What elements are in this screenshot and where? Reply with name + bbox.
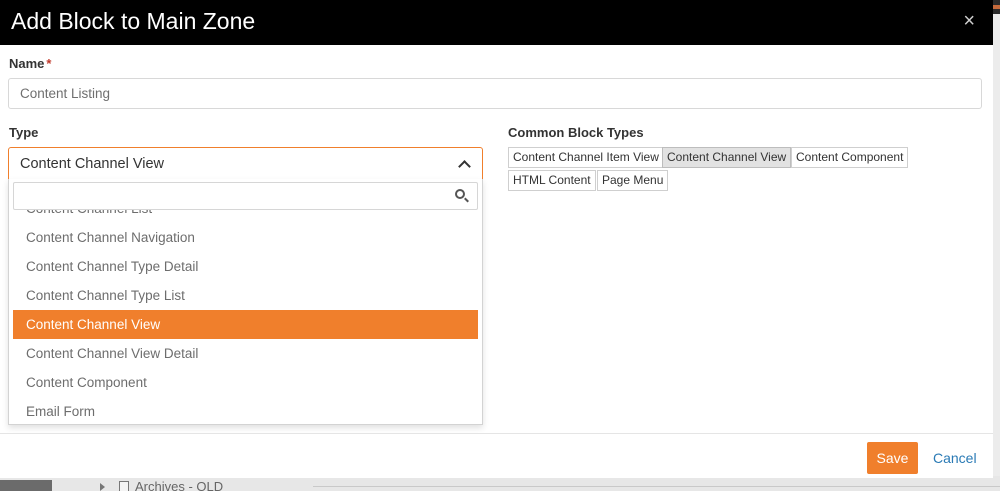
save-button[interactable]: Save <box>867 442 918 474</box>
chip-html-content[interactable]: HTML Content <box>508 170 596 191</box>
chevron-up-icon <box>458 159 471 173</box>
type-option[interactable]: Email Form <box>13 397 478 424</box>
type-option[interactable]: Content Channel View Detail <box>13 339 478 368</box>
chip-content-channel-item-view[interactable]: Content Channel Item View <box>508 147 664 168</box>
type-select-value: Content Channel View <box>20 155 165 172</box>
chip-content-component[interactable]: Content Component <box>791 147 909 168</box>
background-sidebar-stub <box>0 480 52 491</box>
search-icon <box>455 189 469 203</box>
cancel-link[interactable]: Cancel <box>933 450 977 466</box>
type-search-input[interactable] <box>13 182 478 210</box>
modal-header: Add Block to Main Zone × <box>0 0 993 45</box>
type-option-selected[interactable]: Content Channel View <box>13 310 478 339</box>
background-scrollbar <box>992 14 1000 491</box>
document-icon <box>119 480 129 491</box>
type-option[interactable]: Content Channel Type List <box>13 281 478 310</box>
name-label: Name * <box>9 56 51 71</box>
modal-title: Add Block to Main Zone <box>11 8 256 34</box>
type-options-list: Content Channel List Content Channel Nav… <box>13 201 478 424</box>
add-block-modal: Add Block to Main Zone × Name* Type Cont… <box>0 0 993 478</box>
chip-page-menu[interactable]: Page Menu <box>597 170 669 191</box>
modal-footer: Save Cancel <box>0 433 993 478</box>
type-label: Type <box>9 125 39 140</box>
required-marker: * <box>46 56 52 71</box>
type-option[interactable]: Content Channel Navigation <box>13 223 478 252</box>
type-dropdown: Content Channel List Content Channel Nav… <box>8 179 483 425</box>
background-tree-label: Archives - OLD <box>135 479 224 491</box>
caret-right-icon <box>100 482 105 491</box>
background-tree-item: Archives - OLD <box>100 479 223 491</box>
name-input[interactable] <box>8 78 982 109</box>
background-accent <box>992 5 1000 9</box>
close-icon[interactable]: × <box>963 11 975 31</box>
background-divider <box>313 486 1000 487</box>
name-label-text: Name <box>9 56 45 71</box>
type-select[interactable]: Content Channel View <box>8 147 483 180</box>
common-block-types-label: Common Block Types <box>508 125 644 140</box>
chip-content-channel-view[interactable]: Content Channel View <box>662 147 792 168</box>
modal-body: Name* Type Content Channel View Content … <box>0 45 993 433</box>
type-option[interactable]: Content Component <box>13 368 478 397</box>
type-option[interactable]: Content Channel Type Detail <box>13 252 478 281</box>
